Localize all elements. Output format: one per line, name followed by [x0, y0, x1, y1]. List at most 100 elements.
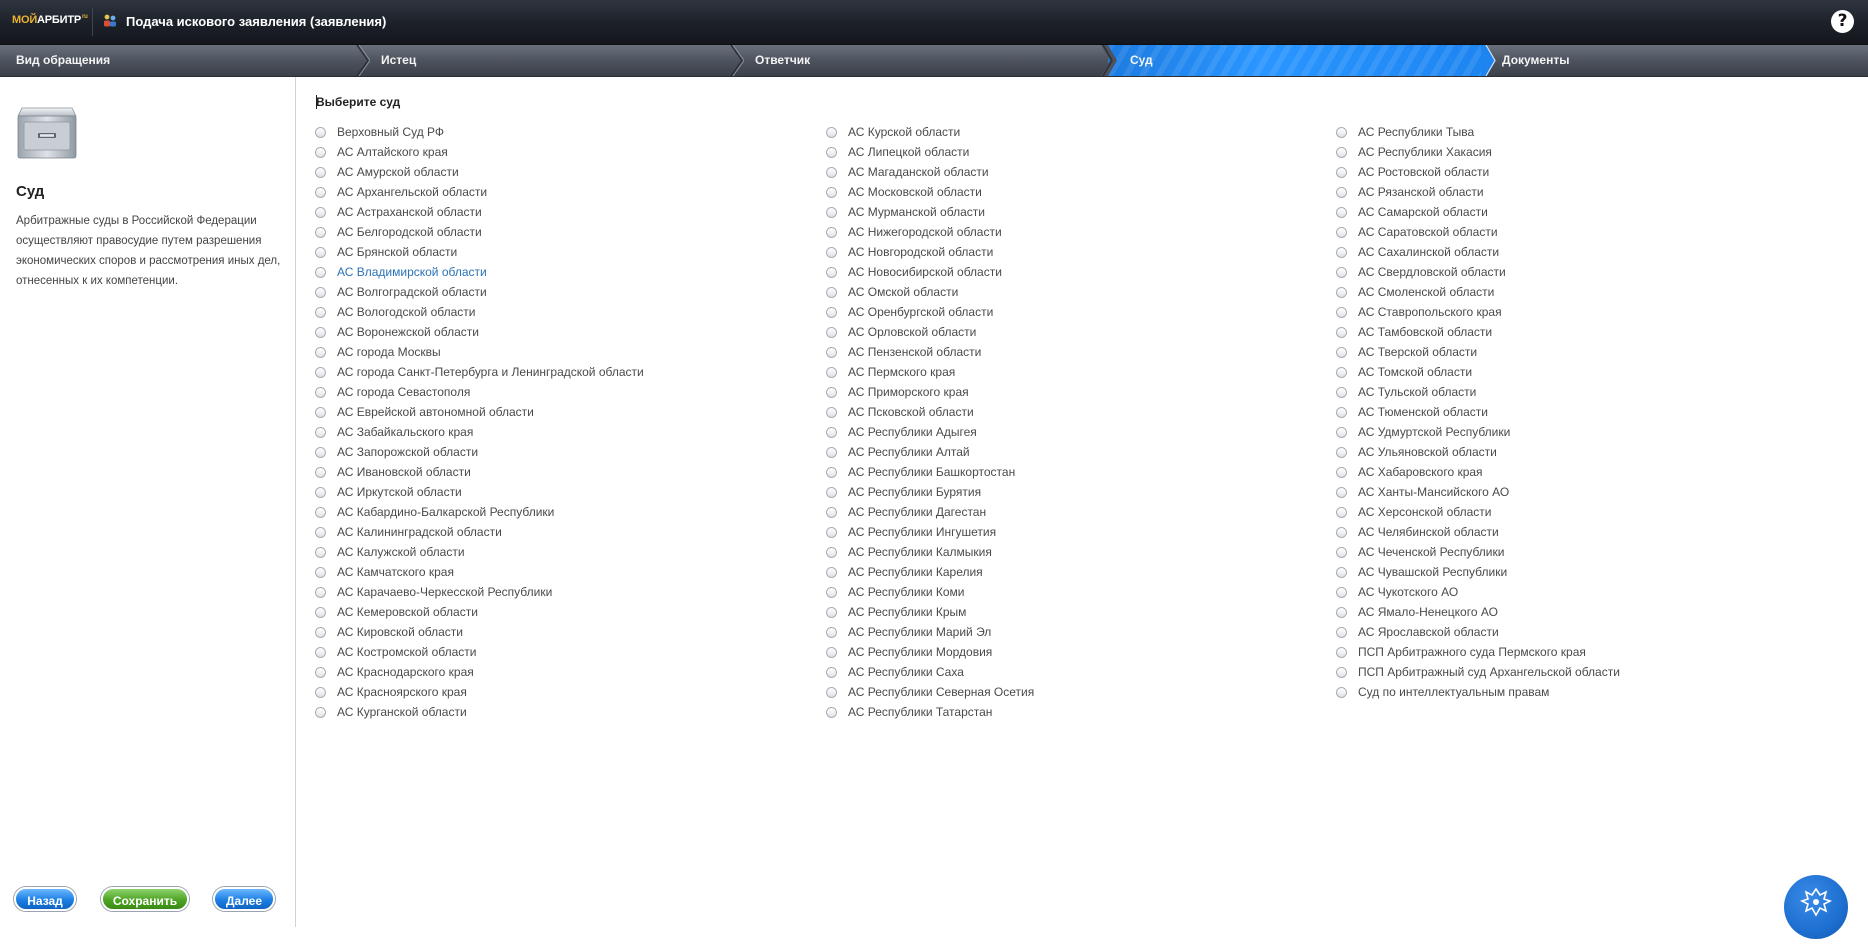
court-option[interactable]: АС Краснодарского края — [315, 662, 815, 682]
court-option[interactable]: АС Иркутской области — [315, 482, 815, 502]
court-option[interactable]: АС Архангельской области — [315, 182, 815, 202]
court-option[interactable]: АС Республики Марий Эл — [826, 622, 1326, 642]
radio-button[interactable] — [1336, 466, 1347, 478]
court-option[interactable]: АС Республики Хакасия — [1336, 142, 1836, 162]
radio-button[interactable] — [1336, 246, 1347, 258]
radio-button[interactable] — [826, 366, 837, 378]
radio-button[interactable] — [315, 466, 326, 478]
court-option[interactable]: Верховный Суд РФ — [315, 122, 815, 142]
state-emblem-icon[interactable] — [1784, 875, 1848, 939]
step-request-type[interactable]: Вид обращения — [0, 45, 356, 76]
radio-button[interactable] — [1336, 566, 1347, 578]
court-option[interactable]: АС Республики Татарстан — [826, 702, 1326, 722]
radio-button[interactable] — [1336, 166, 1347, 178]
radio-button[interactable] — [826, 626, 837, 638]
radio-button[interactable] — [315, 706, 326, 718]
court-option[interactable]: АС Республики Бурятия — [826, 482, 1326, 502]
radio-button[interactable] — [315, 366, 326, 378]
radio-button[interactable] — [826, 386, 837, 398]
back-button[interactable]: Назад — [14, 887, 76, 911]
radio-button[interactable] — [826, 586, 837, 598]
court-option[interactable]: АС Вологодской области — [315, 302, 815, 322]
court-option[interactable]: ПСП Арбитражного суда Пермского края — [1336, 642, 1836, 662]
court-option[interactable]: АС Тюменской области — [1336, 402, 1836, 422]
court-option[interactable]: АС Республики Ингушетия — [826, 522, 1326, 542]
step-defendant[interactable]: Ответчик — [740, 45, 1104, 76]
radio-button[interactable] — [826, 466, 837, 478]
radio-button[interactable] — [315, 686, 326, 698]
court-option[interactable]: АС Ханты-Мансийского АО — [1336, 482, 1836, 502]
court-option[interactable]: АС Сахалинской области — [1336, 242, 1836, 262]
court-option[interactable]: АС Смоленской области — [1336, 282, 1836, 302]
radio-button[interactable] — [1336, 406, 1347, 418]
radio-button[interactable] — [315, 166, 326, 178]
court-option[interactable]: АС Ульяновской области — [1336, 442, 1836, 462]
radio-button[interactable] — [1336, 366, 1347, 378]
radio-button[interactable] — [315, 406, 326, 418]
court-option[interactable]: АС Забайкальского края — [315, 422, 815, 442]
radio-button[interactable] — [826, 186, 837, 198]
court-option[interactable]: АС Чеченской Республики — [1336, 542, 1836, 562]
court-option[interactable]: АС Амурской области — [315, 162, 815, 182]
radio-button[interactable] — [315, 606, 326, 618]
radio-button[interactable] — [826, 426, 837, 438]
radio-button[interactable] — [826, 266, 837, 278]
radio-button[interactable] — [1336, 646, 1347, 658]
court-option[interactable]: АС Ставропольского края — [1336, 302, 1836, 322]
logo[interactable]: МОЙАРБИТРru — [12, 14, 88, 28]
court-option[interactable]: АС Чувашской Республики — [1336, 562, 1836, 582]
radio-button[interactable] — [826, 146, 837, 158]
court-option[interactable]: АС Ивановской области — [315, 462, 815, 482]
radio-button[interactable] — [1336, 606, 1347, 618]
court-option[interactable]: АС Тверской области — [1336, 342, 1836, 362]
court-option[interactable]: АС Волгоградской области — [315, 282, 815, 302]
court-option[interactable]: АС Хабаровского края — [1336, 462, 1836, 482]
radio-button[interactable] — [826, 206, 837, 218]
court-option[interactable]: АС Республики Мордовия — [826, 642, 1326, 662]
court-option[interactable]: АС Пензенской области — [826, 342, 1326, 362]
step-documents[interactable]: Документы — [1496, 45, 1868, 76]
court-option[interactable]: АС Магаданской области — [826, 162, 1326, 182]
save-button[interactable]: Сохранить — [101, 887, 189, 911]
radio-button[interactable] — [1336, 146, 1347, 158]
court-option[interactable]: Суд по интеллектуальным правам — [1336, 682, 1836, 702]
court-option[interactable]: АС Республики Карелия — [826, 562, 1326, 582]
court-option[interactable]: ПСП Арбитражный суд Архангельской област… — [1336, 662, 1836, 682]
court-option[interactable]: АС Республики Крым — [826, 602, 1326, 622]
radio-button[interactable] — [826, 406, 837, 418]
radio-button[interactable] — [1336, 426, 1347, 438]
court-option[interactable]: АС Республики Дагестан — [826, 502, 1326, 522]
court-option[interactable]: АС Воронежской области — [315, 322, 815, 342]
help-icon[interactable]: ? — [1831, 10, 1854, 33]
court-option[interactable]: АС Московской области — [826, 182, 1326, 202]
radio-button[interactable] — [1336, 446, 1347, 458]
radio-button[interactable] — [826, 666, 837, 678]
court-option[interactable]: АС Республики Тыва — [1336, 122, 1836, 142]
radio-button[interactable] — [1336, 206, 1347, 218]
radio-button[interactable] — [826, 606, 837, 618]
court-option[interactable]: АС Республики Адыгея — [826, 422, 1326, 442]
court-option[interactable]: АС Кировской области — [315, 622, 815, 642]
court-option[interactable]: АС города Севастополя — [315, 382, 815, 402]
court-option[interactable]: АС Удмуртской Республики — [1336, 422, 1836, 442]
radio-button[interactable] — [315, 326, 326, 338]
radio-button[interactable] — [315, 646, 326, 658]
court-option[interactable]: АС Республики Саха — [826, 662, 1326, 682]
radio-button[interactable] — [315, 506, 326, 518]
radio-button[interactable] — [315, 426, 326, 438]
court-option[interactable]: АС Алтайского края — [315, 142, 815, 162]
radio-button[interactable] — [315, 666, 326, 678]
radio-button[interactable] — [1336, 546, 1347, 558]
radio-button[interactable] — [1336, 686, 1347, 698]
court-option[interactable]: АС Саратовской области — [1336, 222, 1836, 242]
radio-button[interactable] — [826, 326, 837, 338]
court-option[interactable]: АС Ярославской области — [1336, 622, 1836, 642]
radio-button[interactable] — [826, 546, 837, 558]
radio-button[interactable] — [315, 186, 326, 198]
radio-button[interactable] — [315, 146, 326, 158]
court-option[interactable]: АС Курганской области — [315, 702, 815, 722]
court-option[interactable]: АС Республики Коми — [826, 582, 1326, 602]
court-option[interactable]: АС Ростовской области — [1336, 162, 1836, 182]
radio-button[interactable] — [826, 566, 837, 578]
court-option[interactable]: АС Орловской области — [826, 322, 1326, 342]
